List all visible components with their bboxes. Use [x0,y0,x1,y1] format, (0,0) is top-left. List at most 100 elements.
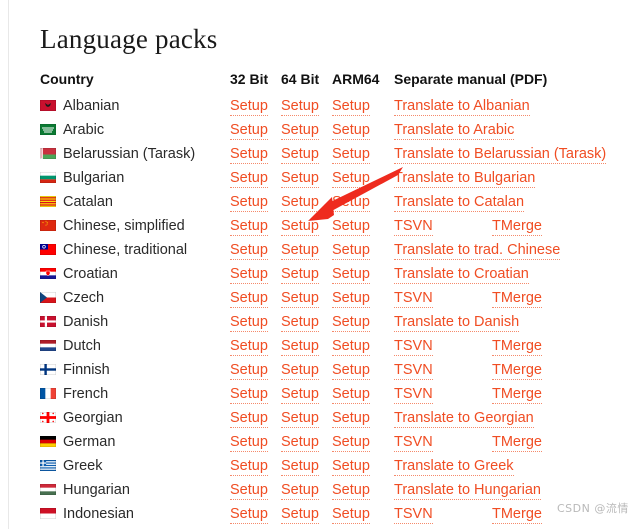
setup-32bit-link[interactable]: Setup [230,506,268,524]
tsvn-manual-link[interactable]: TSVN [394,386,433,404]
setup-32bit-link[interactable]: Setup [230,218,268,236]
setup-32bit-link[interactable]: Setup [230,482,268,500]
translate-manual-link[interactable]: Translate to Arabic [394,122,515,140]
setup-64bit-link[interactable]: Setup [281,362,319,380]
setup-64bit-link-cell: Setup [281,238,332,262]
translate-manual-link[interactable]: Translate to Albanian [394,98,530,116]
setup-64bit-link[interactable]: Setup [281,98,319,116]
manual-cell: Translate to Arabic [394,118,632,142]
setup-64bit-link[interactable]: Setup [281,506,319,524]
setup-64bit-link[interactable]: Setup [281,458,319,476]
tsvn-manual-link[interactable]: TSVN [394,506,433,524]
setup-64bit-link[interactable]: Setup [281,194,319,212]
setup-arm64-link[interactable]: Setup [332,338,370,356]
setup-64bit-link[interactable]: Setup [281,314,319,332]
table-row: Indonesian Setup Setup Setup TSVN TMerge [40,502,632,526]
setup-64bit-link[interactable]: Setup [281,122,319,140]
setup-32bit-link[interactable]: Setup [230,362,268,380]
setup-64bit-link[interactable]: Setup [281,146,319,164]
setup-arm64-link[interactable]: Setup [332,266,370,284]
setup-32bit-link-cell: Setup [230,94,281,118]
setup-32bit-link[interactable]: Setup [230,290,268,308]
tmerge-manual-link[interactable]: TMerge [492,386,542,404]
tsvn-manual-wrap: TSVN [394,334,492,358]
setup-32bit-link[interactable]: Setup [230,386,268,404]
setup-arm64-link[interactable]: Setup [332,314,370,332]
table-row: German Setup Setup Setup TSVN TMerge [40,430,632,454]
tsvn-manual-link[interactable]: TSVN [394,218,433,236]
setup-64bit-link[interactable]: Setup [281,434,319,452]
setup-32bit-link[interactable]: Setup [230,458,268,476]
setup-32bit-link[interactable]: Setup [230,410,268,428]
translate-manual-link[interactable]: Translate to Danish [394,314,520,332]
setup-32bit-link[interactable]: Setup [230,266,268,284]
translate-manual-link[interactable]: Translate to Catalan [394,194,525,212]
tmerge-manual-link[interactable]: TMerge [492,338,542,356]
setup-arm64-link[interactable]: Setup [332,434,370,452]
setup-64bit-link[interactable]: Setup [281,410,319,428]
translate-manual-link[interactable]: Translate to Georgian [394,410,534,428]
setup-arm64-link[interactable]: Setup [332,218,370,236]
translate-manual-link[interactable]: Translate to Croatian [394,266,529,284]
setup-64bit-link[interactable]: Setup [281,386,319,404]
table-row: Hungarian Setup Setup Setup Translate to Hun… [40,478,632,502]
column-header-arm64: ARM64 [332,71,380,87]
translate-manual-link[interactable]: Translate to Bulgarian [394,170,536,188]
setup-arm64-link[interactable]: Setup [332,362,370,380]
setup-64bit-link[interactable]: Setup [281,338,319,356]
setup-arm64-link[interactable]: Setup [332,122,370,140]
flag-greece-icon [40,460,56,471]
setup-arm64-link[interactable]: Setup [332,194,370,212]
setup-64bit-link[interactable]: Setup [281,218,319,236]
setup-arm64-link-cell: Setup [332,94,394,118]
tmerge-manual-link[interactable]: TMerge [492,290,542,308]
setup-32bit-link[interactable]: Setup [230,338,268,356]
translate-manual-link[interactable]: Translate to Greek [394,458,514,476]
setup-arm64-link[interactable]: Setup [332,242,370,260]
tmerge-manual-link[interactable]: TMerge [492,218,542,236]
tsvn-manual-link[interactable]: TSVN [394,338,433,356]
setup-32bit-link[interactable]: Setup [230,170,268,188]
tsvn-manual-link[interactable]: TSVN [394,362,433,380]
setup-arm64-link[interactable]: Setup [332,170,370,188]
translate-manual-link[interactable]: Translate to Hungarian [394,482,541,500]
tmerge-manual-link[interactable]: TMerge [492,506,542,524]
tsvn-manual-wrap: TSVN [394,214,492,238]
setup-32bit-link[interactable]: Setup [230,194,268,212]
setup-32bit-link[interactable]: Setup [230,434,268,452]
manual-cell: Translate to Catalan [394,190,632,214]
setup-arm64-link[interactable]: Setup [332,146,370,164]
setup-32bit-link[interactable]: Setup [230,242,268,260]
setup-arm64-link[interactable]: Setup [332,98,370,116]
setup-arm64-link[interactable]: Setup [332,458,370,476]
setup-32bit-link[interactable]: Setup [230,314,268,332]
setup-64bit-link[interactable]: Setup [281,482,319,500]
flag-georgia-icon [40,412,56,423]
setup-64bit-link[interactable]: Setup [281,242,319,260]
setup-64bit-link[interactable]: Setup [281,170,319,188]
country-label: French [63,386,109,402]
column-header-32bit: 32 Bit [230,71,269,87]
tsvn-manual-link[interactable]: TSVN [394,434,433,452]
setup-64bit-link[interactable]: Setup [281,266,319,284]
setup-64bit-link[interactable]: Setup [281,290,319,308]
setup-32bit-link[interactable]: Setup [230,98,268,116]
setup-32bit-link[interactable]: Setup [230,146,268,164]
language-packs-page: Language packs Country 32 Bit 64 Bit ARM… [0,0,635,529]
setup-arm64-link[interactable]: Setup [332,506,370,524]
setup-arm64-link[interactable]: Setup [332,290,370,308]
setup-arm64-link-cell: Setup [332,334,394,358]
manual-cell: TSVN TMerge [394,334,632,358]
tmerge-manual-link[interactable]: TMerge [492,362,542,380]
setup-32bit-link[interactable]: Setup [230,122,268,140]
setup-arm64-link[interactable]: Setup [332,386,370,404]
tmerge-manual-link[interactable]: TMerge [492,434,542,452]
country-label: Belarussian (Tarask) [63,146,196,162]
setup-arm64-link[interactable]: Setup [332,410,370,428]
setup-32bit-link-cell: Setup [230,334,281,358]
setup-arm64-link[interactable]: Setup [332,482,370,500]
tsvn-manual-link[interactable]: TSVN [394,290,433,308]
translate-manual-link[interactable]: Translate to Belarussian (Tarask) [394,146,607,164]
translate-manual-link[interactable]: Translate to trad. Chinese [394,242,561,260]
setup-arm64-link-cell: Setup [332,166,394,190]
